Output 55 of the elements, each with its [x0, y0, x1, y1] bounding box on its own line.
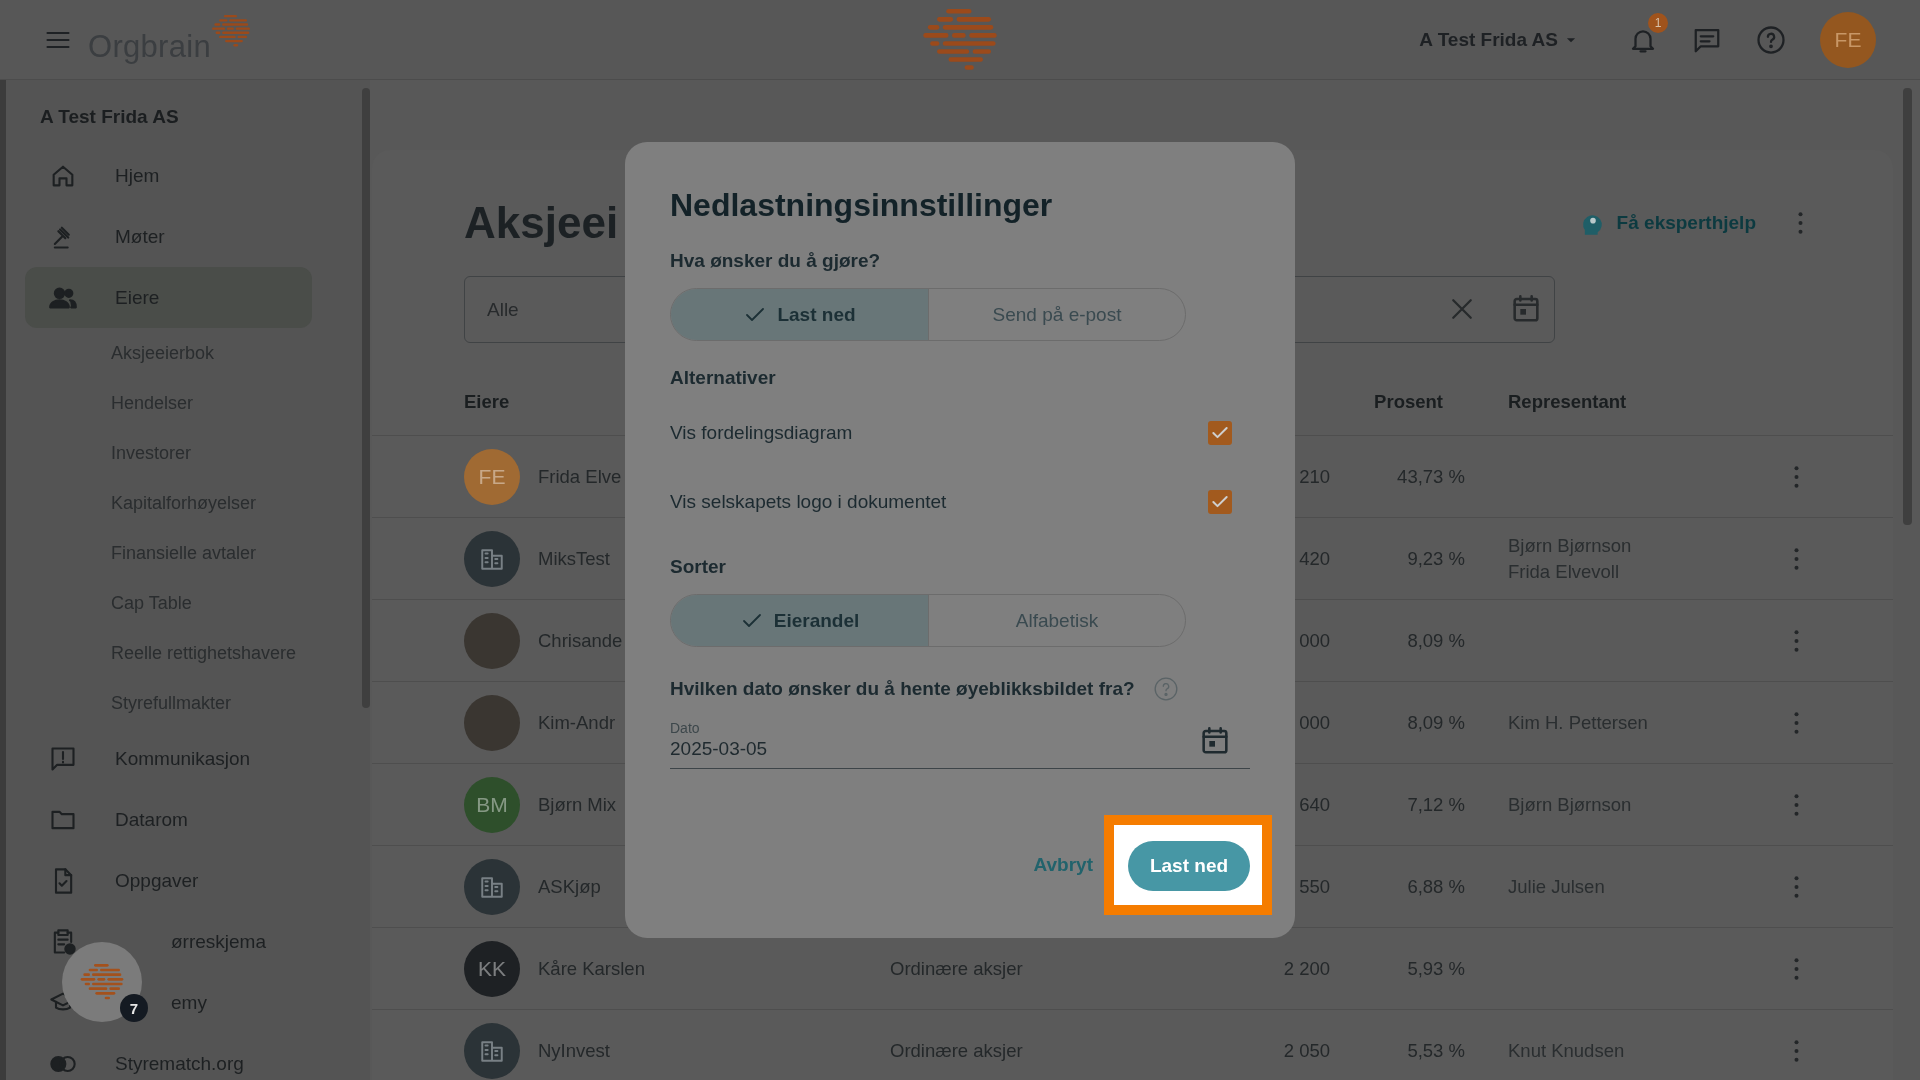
- brain-logo-icon: [80, 964, 124, 1000]
- more-button[interactable]: [1798, 211, 1803, 234]
- avatar: FE: [464, 448, 520, 505]
- kebab-icon: [1794, 629, 1799, 652]
- section-heading: Hva ønsker du å gjøre?: [670, 249, 882, 273]
- help-button[interactable]: [1756, 24, 1786, 55]
- avatar: KK: [464, 940, 520, 997]
- kebab-icon: [1794, 875, 1799, 898]
- segment-button[interactable]: Alfabetisk: [928, 595, 1185, 646]
- sidebar-item[interactable]: Hjem: [25, 145, 312, 206]
- question-text: Hvilken dato ønsker du å hente øyeblikksbildet fra?: [670, 677, 1135, 701]
- date-field[interactable]: 2025-03-05: [670, 738, 1250, 769]
- download-button[interactable]: Last ned: [1128, 841, 1250, 891]
- segment-button[interactable]: Send på e-post: [928, 289, 1185, 340]
- checkbox[interactable]: [1208, 420, 1232, 445]
- segment-button[interactable]: Last ned: [671, 289, 928, 340]
- help-button[interactable]: [1152, 676, 1179, 702]
- kebab-icon: [1798, 211, 1803, 234]
- dialog-title: Nedlastningsinnstillinger: [670, 186, 1054, 225]
- brain-logo-icon: [211, 14, 251, 47]
- help-icon: [1152, 676, 1179, 702]
- sidebar-item[interactable]: Oppgaver: [25, 850, 312, 911]
- segment-button[interactable]: Eierandel: [671, 595, 928, 646]
- sidebar-item[interactable]: Datarom: [25, 789, 312, 850]
- column-header[interactable]: Representant: [1508, 391, 1794, 413]
- brain-logo-icon: [922, 8, 998, 71]
- user-avatar[interactable]: FE: [1820, 11, 1876, 68]
- sidebar-item[interactable]: Møter: [25, 206, 312, 267]
- kebab-icon: [1794, 711, 1799, 734]
- help-icon: [1756, 24, 1786, 55]
- scrollbar[interactable]: [362, 88, 370, 708]
- notification-badge: 1: [1648, 12, 1668, 33]
- sidebar-item[interactable]: Styrematch.org: [25, 1033, 312, 1080]
- field-label: Dato: [670, 720, 700, 736]
- column-header[interactable]: Prosent: [1374, 391, 1465, 413]
- section-heading: Sorter: [670, 555, 727, 579]
- option-label: Vis selskapets logo i dokumentet: [670, 490, 947, 513]
- option-label: Vis fordelingsdiagram: [670, 421, 853, 444]
- kebab-icon: [1794, 957, 1799, 980]
- sidebar-item[interactable]: Kommunikasjon: [25, 728, 312, 789]
- company-name: A Test Frida AS: [39, 105, 180, 129]
- scrollbar[interactable]: [1903, 88, 1912, 525]
- message-alert-icon: [49, 744, 77, 773]
- avatar: BM: [464, 776, 520, 833]
- kebab-icon: [1794, 793, 1799, 816]
- kebab-icon: [1794, 547, 1799, 570]
- section-heading: Alternativer: [670, 366, 777, 390]
- checkbox[interactable]: [1208, 489, 1232, 514]
- expert-help-link[interactable]: Få eksperthjelp: [1578, 208, 1756, 237]
- kebab-icon: [1794, 465, 1799, 488]
- sidebar-item[interactable]: ørreskjema: [25, 911, 312, 972]
- page-title: Aksjeei: [464, 197, 619, 248]
- company-selector[interactable]: A Test Frida AS: [1419, 28, 1578, 51]
- cancel-button[interactable]: Avbryt: [1033, 846, 1093, 884]
- kebab-icon: [1794, 1039, 1799, 1062]
